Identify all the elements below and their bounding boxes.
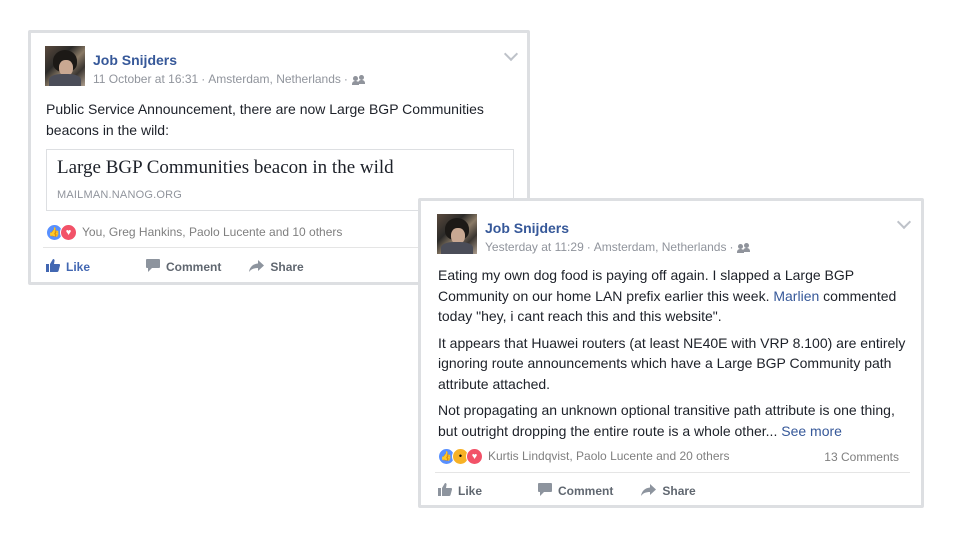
post-menu-chevron-down-icon[interactable] (896, 214, 912, 230)
paragraph-3: Not propagating an unknown optional tran… (438, 402, 895, 439)
post-meta: Yesterday at 11:29 · Amsterdam, Netherland… (485, 240, 751, 254)
friends-icon[interactable] (737, 243, 751, 254)
see-more-link[interactable]: See more (781, 423, 842, 439)
post-card-2: Job Snijders Yesterday at 11:29 · Amsterda… (418, 198, 924, 508)
comments-count[interactable]: 13 Comments (824, 450, 899, 464)
reactions-summary[interactable]: 👍 • ♥ Kurtis Lindqvist, Paolo Lucente an… (438, 447, 730, 465)
mention-link[interactable]: Marlien (773, 288, 819, 304)
like-label: Like (66, 260, 91, 274)
love-reaction-icon: ♥ (60, 223, 77, 241)
share-icon (641, 483, 657, 499)
post-timestamp[interactable]: Yesterday at 11:29 (485, 240, 584, 254)
comment-label: Comment (558, 484, 614, 498)
reactions-text[interactable]: You, Greg Hankins, Paolo Lucente and 10 … (82, 225, 342, 239)
comment-label: Comment (166, 260, 222, 274)
paragraph-2: It appears that Huawei routers (at least… (438, 334, 906, 392)
comment-icon (538, 483, 553, 499)
reactions-summary[interactable]: 👍 ♥ You, Greg Hankins, Paolo Lucente and… (46, 223, 342, 241)
like-label: Like (458, 484, 483, 498)
comment-button[interactable]: Comment (538, 483, 613, 499)
author-name[interactable]: Job Snijders (93, 52, 177, 68)
like-button[interactable]: Like (438, 483, 482, 499)
author-avatar[interactable] (45, 46, 85, 86)
love-reaction-icon: ♥ (466, 447, 483, 465)
share-button[interactable]: Share (641, 483, 696, 499)
post-menu-chevron-down-icon[interactable] (503, 46, 519, 62)
share-label: Share (270, 260, 304, 274)
divider (435, 472, 910, 473)
author-avatar[interactable] (437, 214, 477, 254)
thumbs-up-icon (438, 483, 453, 499)
post-location[interactable]: Amsterdam, Netherlands (208, 72, 341, 86)
comment-button[interactable]: Comment (146, 259, 221, 275)
paragraph-1: Eating my own dog food is paying off aga… (438, 267, 897, 324)
post-actions: Like Comment Share (46, 259, 332, 275)
friends-icon[interactable] (351, 75, 365, 86)
post-body: Eating my own dog food is paying off aga… (438, 265, 916, 441)
post-meta: 11 October at 16:31 · Amsterdam, Netherlan… (93, 72, 365, 86)
attachment-title[interactable]: Large BGP Communities beacon in the wild (57, 157, 394, 179)
author-name[interactable]: Job Snijders (485, 220, 569, 236)
share-label: Share (662, 484, 696, 498)
like-button[interactable]: Like (46, 259, 90, 275)
post-timestamp[interactable]: 11 October at 16:31 (93, 72, 198, 86)
share-icon (249, 259, 265, 275)
reactions-text[interactable]: Kurtis Lindqvist, Paolo Lucente and 20 o… (488, 449, 730, 463)
post-body: Public Service Announcement, there are n… (46, 101, 484, 138)
comment-icon (146, 259, 161, 275)
thumbs-up-icon (46, 259, 61, 275)
attachment-domain: MAILMAN.NANOG.ORG (57, 189, 183, 201)
share-button[interactable]: Share (249, 259, 304, 275)
post-actions: Like Comment Share (438, 483, 724, 499)
post-location[interactable]: Amsterdam, Netherlands (594, 240, 727, 254)
